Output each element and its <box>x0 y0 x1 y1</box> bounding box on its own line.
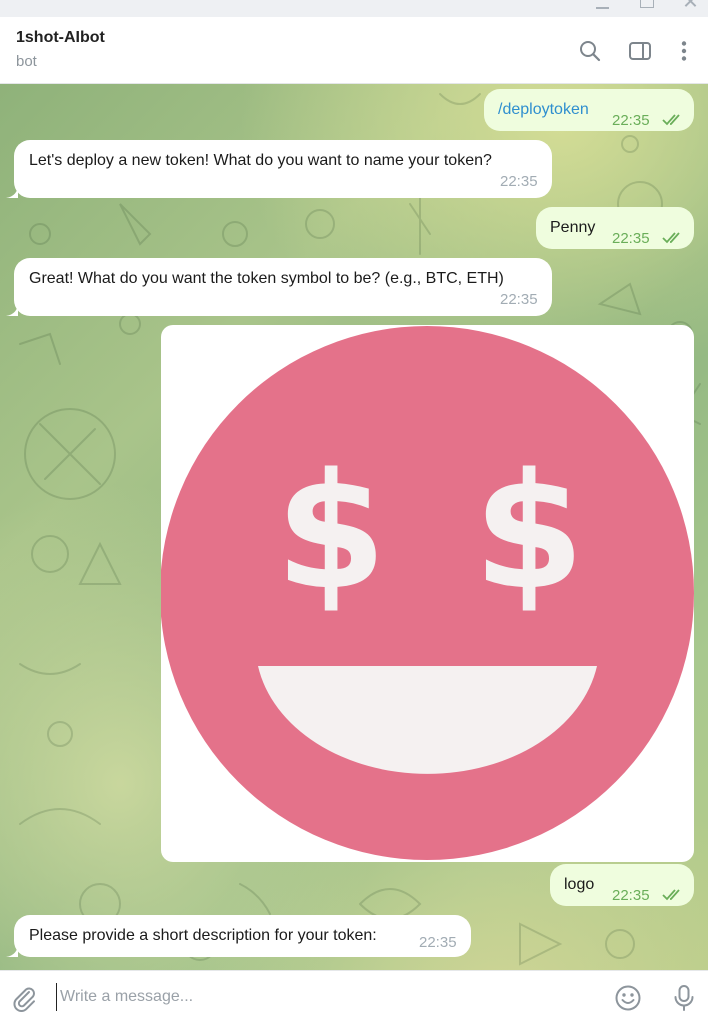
more-vertical-icon[interactable] <box>672 39 696 63</box>
chat-status: bot <box>16 53 37 70</box>
message-incoming[interactable]: Great! What do you want the token symbol… <box>14 258 552 316</box>
microphone-icon[interactable] <box>670 984 698 1012</box>
message-time: 22:35 <box>612 112 650 129</box>
chat-title[interactable]: 1shot-AIbot <box>16 29 105 47</box>
message-outgoing[interactable]: Penny 22:35 <box>536 207 694 249</box>
maximize-icon[interactable] <box>636 0 658 14</box>
message-text: Penny <box>550 219 596 236</box>
message-time: 22:35 <box>612 887 650 904</box>
read-checkmarks-icon <box>662 232 680 244</box>
smiley-dollar-eyes-logo: $ $ <box>161 326 694 860</box>
sidebar-panel-icon[interactable] <box>628 39 652 63</box>
close-icon[interactable] <box>680 0 702 14</box>
message-time: 22:35 <box>500 291 538 308</box>
search-icon[interactable] <box>578 39 602 63</box>
message-time: 22:35 <box>500 173 538 190</box>
svg-text:$: $ <box>275 438 386 625</box>
message-outgoing[interactable]: /deploytoken 22:35 <box>484 89 694 131</box>
emoji-icon[interactable] <box>614 984 642 1012</box>
attach-paperclip-icon[interactable] <box>10 984 38 1012</box>
message-time: 22:35 <box>419 934 457 951</box>
bubble-tail <box>6 943 18 957</box>
message-incoming[interactable]: Let's deploy a new token! What do you wa… <box>14 140 552 198</box>
command-link[interactable]: /deploytoken <box>498 100 589 120</box>
message-text: Please provide a short description for y… <box>29 927 377 944</box>
svg-text:$: $ <box>473 438 584 625</box>
message-time: 22:35 <box>612 230 650 247</box>
message-input[interactable] <box>56 983 596 1011</box>
read-checkmarks-icon <box>662 114 680 126</box>
chat-history[interactable]: /deploytoken 22:35 Let's deploy a new to… <box>0 84 708 970</box>
message-text: Great! What do you want the token symbol… <box>29 270 504 287</box>
bubble-tail <box>6 302 18 316</box>
read-checkmarks-icon <box>662 889 680 901</box>
message-outgoing[interactable]: logo 22:35 <box>550 864 694 906</box>
message-text: logo <box>564 876 595 893</box>
minimize-icon[interactable] <box>592 0 614 14</box>
message-incoming[interactable]: Please provide a short description for y… <box>14 915 471 957</box>
message-composer <box>0 970 708 1022</box>
window-titlebar <box>0 0 708 17</box>
message-text: Let's deploy a new token! What do you wa… <box>29 152 492 169</box>
image-message[interactable]: $ $ <box>161 325 694 862</box>
chat-header[interactable]: 1shot-AIbot bot <box>0 17 708 84</box>
bubble-tail <box>6 184 18 198</box>
